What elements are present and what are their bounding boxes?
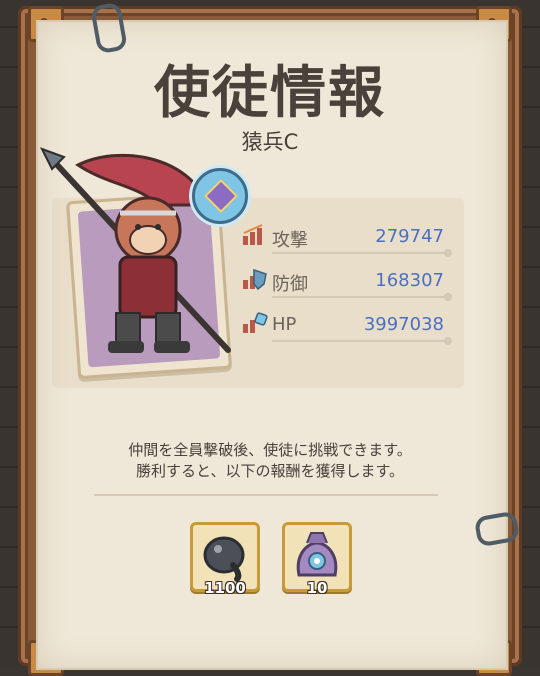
stat-label: 防御 [272, 274, 308, 295]
stat-label: HP [272, 314, 297, 335]
stat-row-attack: 攻撃 279747 [242, 222, 452, 257]
stat-value: 3997038 [363, 314, 444, 335]
divider [272, 249, 452, 257]
challenge-description: 仲間を全員撃破後、使徒に挑戦できます。 勝利すると、以下の報酬を獲得します。 [60, 440, 480, 482]
divider [94, 494, 438, 496]
reward-item-sack[interactable]: 10 [282, 522, 352, 597]
attack-icon [243, 224, 263, 245]
element-badge-icon [192, 168, 248, 224]
stat-row-hp: HP 3997038 [242, 310, 452, 345]
reward-item-orb[interactable]: 1100 [190, 522, 260, 597]
page-title: 使徒情報 [154, 61, 386, 126]
description-line: 勝利すると、以下の報酬を獲得します。 [136, 462, 404, 480]
stat-label: 攻撃 [272, 230, 308, 251]
description-line: 仲間を全員撃破後、使徒に挑戦できます。 [128, 441, 412, 459]
reward-count: 10 [306, 579, 328, 597]
defense-icon [243, 268, 267, 290]
hp-icon [243, 312, 268, 333]
divider [272, 293, 452, 301]
stat-value: 279747 [375, 226, 444, 247]
reward-count: 1100 [204, 579, 246, 597]
stat-value: 168307 [375, 270, 444, 291]
stat-row-defense: 防御 168307 [242, 266, 452, 301]
divider [272, 337, 452, 345]
